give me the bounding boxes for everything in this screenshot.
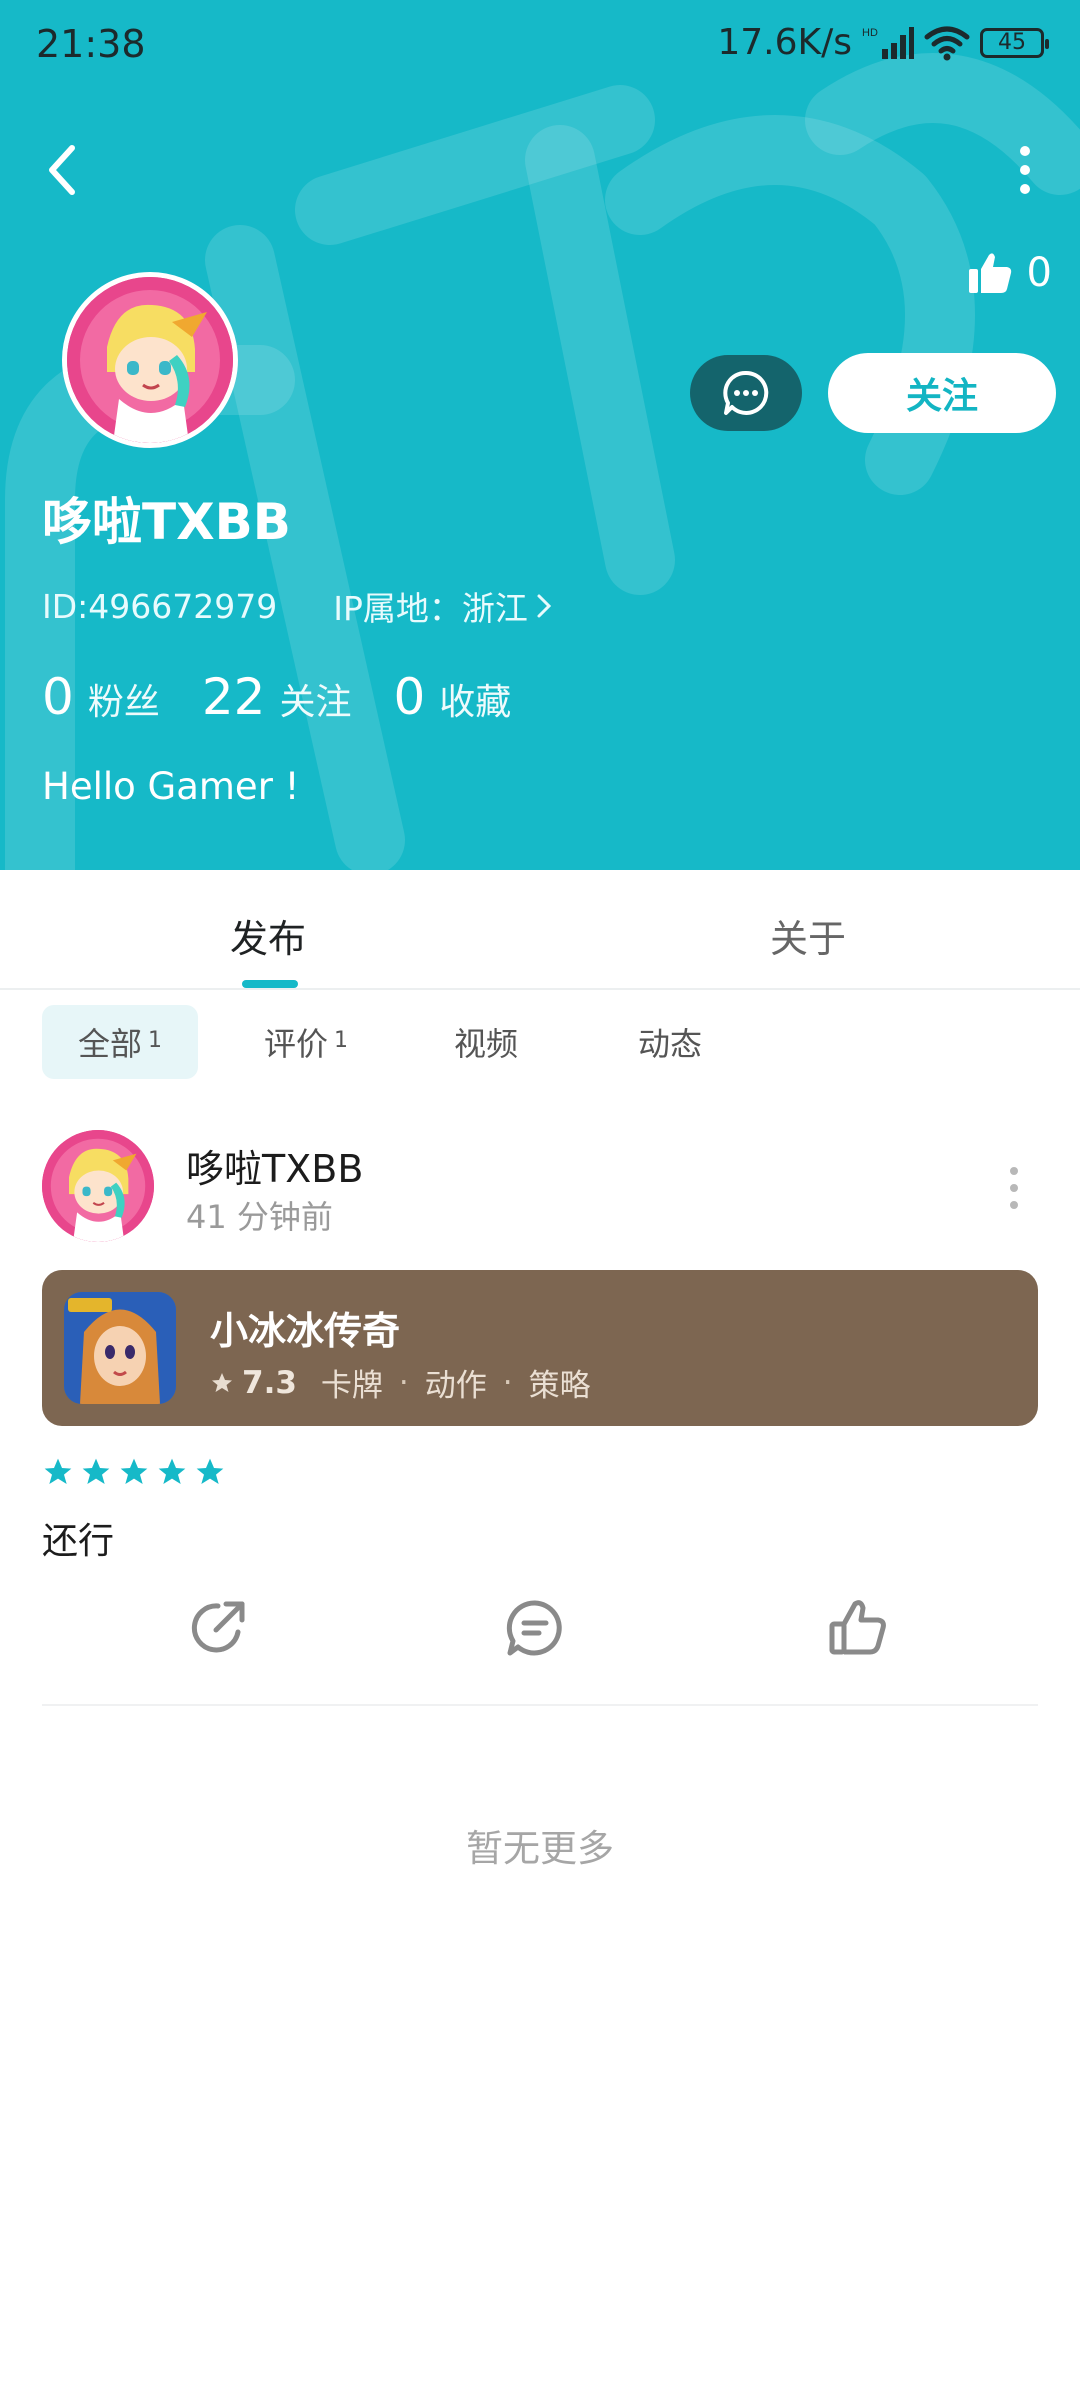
post-divider: [42, 1704, 1038, 1706]
stat-count: 0: [393, 668, 426, 726]
post-actions: [0, 1598, 1080, 1668]
network-type: HD: [862, 27, 878, 39]
profile-header: 21:38 17.6K/s HD 45 0 关注 哆啦TXBB ID:49667…: [0, 0, 1080, 870]
avatar-image: [67, 277, 233, 443]
rating-star-icon: [120, 1458, 148, 1484]
game-icon-image: [64, 1292, 176, 1404]
review-star-rating: [42, 1456, 226, 1488]
tag-separator: ·: [398, 1364, 409, 1401]
rating-star-icon: [158, 1458, 186, 1484]
tag-separator: ·: [502, 1364, 513, 1401]
chevron-right-icon: [537, 594, 551, 618]
content-filter-chips: 全部 1 评价 1 视频 动态: [0, 1005, 1080, 1079]
chip-label: 全部: [77, 1025, 142, 1063]
end-of-list-text: 暂无更多: [466, 1827, 614, 1870]
wifi-icon: [924, 26, 970, 60]
more-options-icon[interactable]: [1000, 145, 1050, 195]
ip-location-text: IP属地：浙江: [333, 589, 528, 628]
chip-count: 1: [148, 1027, 162, 1053]
status-indicators: 17.6K/s HD 45: [717, 22, 1049, 63]
chip-moments[interactable]: 动态: [638, 1005, 702, 1079]
status-bar: 21:38 17.6K/s HD 45: [0, 0, 1080, 90]
stat-count: 22: [201, 668, 266, 726]
rating-star-icon: [82, 1458, 110, 1484]
profile-tabs: 发布 关于: [0, 870, 1080, 990]
post-author-avatar[interactable]: [42, 1130, 154, 1242]
game-card[interactable]: 小冰冰传奇 7.3 卡牌 · 动作 · 策略: [42, 1270, 1038, 1426]
battery-level: 45: [998, 30, 1026, 55]
status-time: 21:38: [36, 22, 146, 66]
game-title: 小冰冰传奇: [210, 1309, 401, 1353]
stat-label: 收藏: [439, 682, 512, 723]
share-icon[interactable]: [190, 1598, 250, 1658]
stat-following[interactable]: 22 关注: [202, 668, 352, 726]
profile-like-count: 0: [1026, 250, 1052, 296]
profile-username: 哆啦TXBB: [42, 493, 291, 551]
rating-star-icon: [44, 1458, 72, 1484]
profile-likes[interactable]: 0: [967, 250, 1052, 296]
profile-bio: Hello Gamer !: [42, 765, 300, 808]
comment-icon[interactable]: [505, 1598, 565, 1658]
review-text: 还行: [42, 1521, 115, 1562]
avatar-image: [42, 1130, 154, 1242]
chip-label: 动态: [638, 1025, 703, 1063]
tab-about[interactable]: 关于: [770, 908, 846, 963]
profile-stats: 0 粉丝 22 关注 0 收藏: [42, 668, 553, 726]
like-icon[interactable]: [828, 1598, 888, 1658]
post-more-icon[interactable]: [1004, 1166, 1024, 1210]
chip-reviews[interactable]: 评价 1: [264, 1005, 348, 1079]
chip-all[interactable]: 全部 1: [42, 1005, 198, 1079]
stat-fans[interactable]: 0 粉丝: [42, 668, 160, 726]
stat-favorites[interactable]: 0 收藏: [393, 668, 511, 726]
network-speed: 17.6K/s: [717, 22, 852, 63]
game-tag: 动作: [424, 1368, 487, 1404]
avatar[interactable]: [62, 272, 238, 448]
message-button[interactable]: [690, 355, 802, 431]
chip-count: 1: [334, 1027, 349, 1053]
tab-publish[interactable]: 发布: [230, 908, 306, 963]
chip-label: 评价: [264, 1025, 329, 1063]
ip-location[interactable]: IP属地：浙江: [333, 582, 552, 630]
back-arrow-icon[interactable]: [40, 140, 90, 200]
game-rating: 7.3: [242, 1364, 297, 1401]
chat-bubble-icon: [723, 370, 769, 415]
post-timestamp: 41 分钟前: [186, 1198, 333, 1236]
stat-label: 关注: [279, 682, 352, 723]
stat-count: 0: [42, 668, 74, 726]
game-icon: [64, 1292, 176, 1404]
active-tab-indicator: [242, 980, 298, 988]
rating-star-icon: [196, 1458, 224, 1484]
chip-label: 视频: [454, 1025, 519, 1063]
stat-label: 粉丝: [87, 682, 160, 723]
user-id: ID:496672979: [42, 586, 278, 626]
post-author-name[interactable]: 哆啦TXBB: [186, 1138, 363, 1193]
game-meta: 7.3 卡牌 · 动作 · 策略: [210, 1360, 591, 1405]
chip-videos[interactable]: 视频: [454, 1005, 518, 1079]
signal-icon: HD: [862, 26, 914, 59]
game-tag: 策略: [528, 1368, 591, 1404]
game-tag: 卡牌: [320, 1368, 383, 1404]
star-icon: [212, 1372, 232, 1392]
profile-id-line: ID:496672979 IP属地：浙江: [42, 582, 552, 630]
follow-button[interactable]: 关注: [828, 353, 1056, 433]
battery-icon: 45: [980, 27, 1049, 58]
thumbs-up-icon: [968, 253, 1011, 293]
